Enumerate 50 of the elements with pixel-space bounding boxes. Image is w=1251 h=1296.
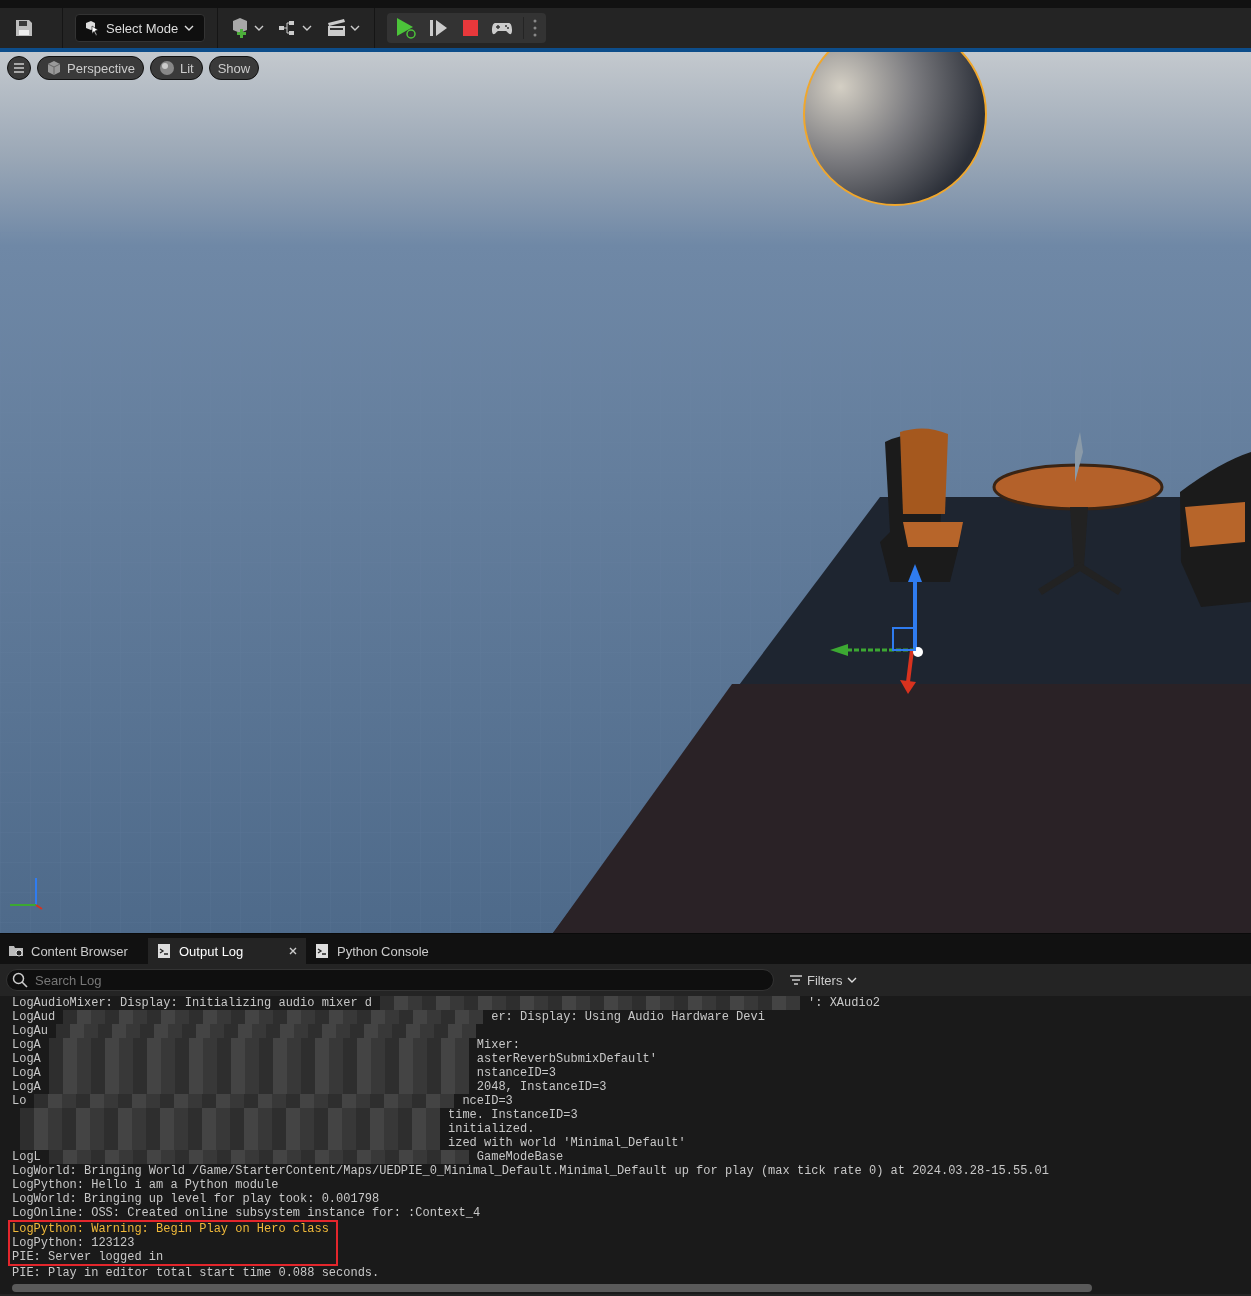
scrollbar-thumb[interactable] — [12, 1284, 1092, 1292]
log-line: 2048, InstanceID=3 — [476, 1080, 607, 1094]
panel-tab[interactable]: Python Console — [306, 938, 454, 964]
cube-icon — [46, 60, 62, 76]
log-line: LogA — [12, 1066, 41, 1080]
filters-button[interactable]: Filters — [784, 971, 864, 989]
cube-cursor-icon — [84, 20, 100, 36]
log-line: LogOnline: OSS: Created online subsystem instance for: :Context_4 — [12, 1206, 481, 1220]
log-line: LogAu — [12, 1024, 48, 1038]
view-mode-button[interactable]: Perspective — [37, 56, 144, 80]
log-line: nstanceID=3 — [476, 1066, 557, 1080]
close-icon[interactable] — [288, 946, 298, 956]
log-line: PIE: Play in editor total start time 0.088 seconds. — [12, 1266, 380, 1280]
save-icon[interactable] — [14, 18, 34, 38]
sphere-icon — [158, 60, 175, 76]
folder-search-icon — [8, 943, 24, 959]
terminal-icon — [314, 943, 330, 959]
log-line: LogA — [12, 1038, 41, 1052]
log-line: asterReverbSubmixDefault' — [476, 1052, 657, 1066]
filter-icon — [790, 974, 802, 986]
log-line: LogAudioMixer: Display: Initializing audio mixer d — [12, 996, 373, 1010]
play-icon[interactable] — [395, 17, 418, 39]
log-line: LogPython: 123123 — [12, 1236, 135, 1250]
log-line: er: Display: Using Audio Hardware Devi — [491, 1010, 765, 1024]
select-mode-button[interactable]: Select Mode — [75, 14, 206, 42]
log-line: Lo — [12, 1094, 27, 1108]
log-line: Mixer: — [476, 1038, 521, 1052]
log-line: LogPython: Warning: Begin Play on Hero class — [12, 1222, 329, 1236]
log-line: LogPython: Hello i am a Python module — [12, 1178, 279, 1192]
log-line: LogWorld: Bringing up level for play took: 0.001798 — [12, 1192, 380, 1206]
log-line: PIE: Server logged in — [12, 1250, 164, 1264]
log-line: initialized. — [448, 1122, 535, 1136]
more-options-icon[interactable] — [523, 17, 539, 39]
terminal-icon — [156, 943, 172, 959]
log-line: ized with world 'Minimal_Default' — [448, 1136, 686, 1150]
log-line: GameModeBase — [476, 1150, 564, 1164]
panel-tab[interactable]: Output Log — [148, 938, 306, 964]
log-line: time. InstanceID=3 — [448, 1108, 578, 1122]
panel-tab[interactable]: Content Browser — [0, 938, 148, 964]
log-line: ': XAudio2 — [808, 996, 881, 1010]
menu-icon — [13, 62, 25, 74]
log-line: LogAud — [12, 1010, 56, 1024]
log-line: LogA — [12, 1052, 41, 1066]
log-line: nceID=3 — [462, 1094, 513, 1108]
log-line: LogA — [12, 1080, 41, 1094]
log-line: LogL — [12, 1150, 41, 1164]
chevron-icon — [184, 25, 195, 31]
chevron-icon — [847, 977, 858, 983]
search-field[interactable]: Search Log — [6, 969, 774, 991]
log-line: LogWorld: Bringing World /Game/StarterContent/Maps/UEDPIE_0_Minimal_Default.Minimal_Default up for play (max tick rate 0) at 2024.03.28-15.55.01 — [12, 1164, 1049, 1178]
